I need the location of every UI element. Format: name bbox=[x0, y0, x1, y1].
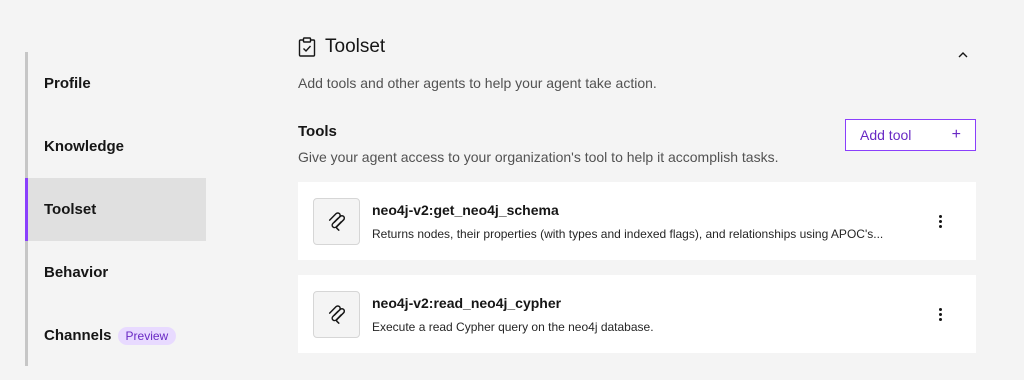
sidebar-item-toolset[interactable]: Toolset bbox=[25, 178, 206, 241]
preview-badge: Preview bbox=[117, 326, 177, 345]
tool-icon-box bbox=[313, 197, 360, 245]
tool-description: Execute a read Cypher query on the neo4j… bbox=[372, 319, 654, 334]
tool-text: neo4j-v2:get_neo4j_schema Returns nodes,… bbox=[372, 202, 883, 241]
mcp-tool-icon bbox=[328, 305, 345, 324]
sidebar-item-knowledge[interactable]: Knowledge bbox=[28, 115, 206, 178]
add-tool-button[interactable]: Add tool + bbox=[845, 119, 976, 151]
tool-card[interactable]: neo4j-v2:read_neo4j_cypher Execute a rea… bbox=[298, 275, 976, 353]
tool-description: Returns nodes, their properties (with ty… bbox=[372, 226, 884, 241]
sidebar-nav: Profile Knowledge Toolset Behavior Chann… bbox=[25, 52, 206, 366]
sidebar-item-label: Toolset bbox=[44, 201, 97, 218]
overflow-menu-icon[interactable] bbox=[934, 213, 946, 229]
sidebar-item-label: Behavior bbox=[44, 264, 109, 281]
clipboard-check-icon bbox=[298, 37, 316, 57]
plus-icon: + bbox=[951, 126, 961, 143]
tools-header: Tools Give your agent access to your org… bbox=[298, 119, 976, 167]
sidebar-item-label: Profile bbox=[44, 75, 91, 92]
section-title: Toolset bbox=[325, 36, 386, 57]
mcp-tool-icon bbox=[328, 212, 345, 231]
section-description: Add tools and other agents to help your … bbox=[298, 75, 657, 91]
sidebar-item-behavior[interactable]: Behavior bbox=[28, 241, 206, 304]
chevron-up-icon[interactable] bbox=[956, 48, 970, 62]
tool-text: neo4j-v2:read_neo4j_cypher Execute a rea… bbox=[372, 295, 654, 334]
sidebar-item-profile[interactable]: Profile bbox=[28, 52, 206, 115]
overflow-menu-icon[interactable] bbox=[934, 306, 946, 322]
sidebar-item-label: Knowledge bbox=[44, 138, 125, 155]
tools-description: Give your agent access to your organizat… bbox=[298, 149, 779, 165]
tool-name: neo4j-v2:read_neo4j_cypher bbox=[372, 294, 562, 311]
sidebar-item-label: Channels bbox=[44, 327, 112, 344]
tool-card[interactable]: neo4j-v2:get_neo4j_schema Returns nodes,… bbox=[298, 182, 976, 260]
sidebar-item-channels[interactable]: Channels Preview bbox=[28, 304, 206, 367]
section-header: Toolset bbox=[298, 36, 976, 58]
add-tool-label: Add tool bbox=[860, 127, 912, 143]
toolset-section: Toolset Add tools and other agents to he… bbox=[298, 36, 976, 353]
tool-name: neo4j-v2:get_neo4j_schema bbox=[372, 201, 559, 218]
tool-icon-box bbox=[313, 290, 360, 338]
